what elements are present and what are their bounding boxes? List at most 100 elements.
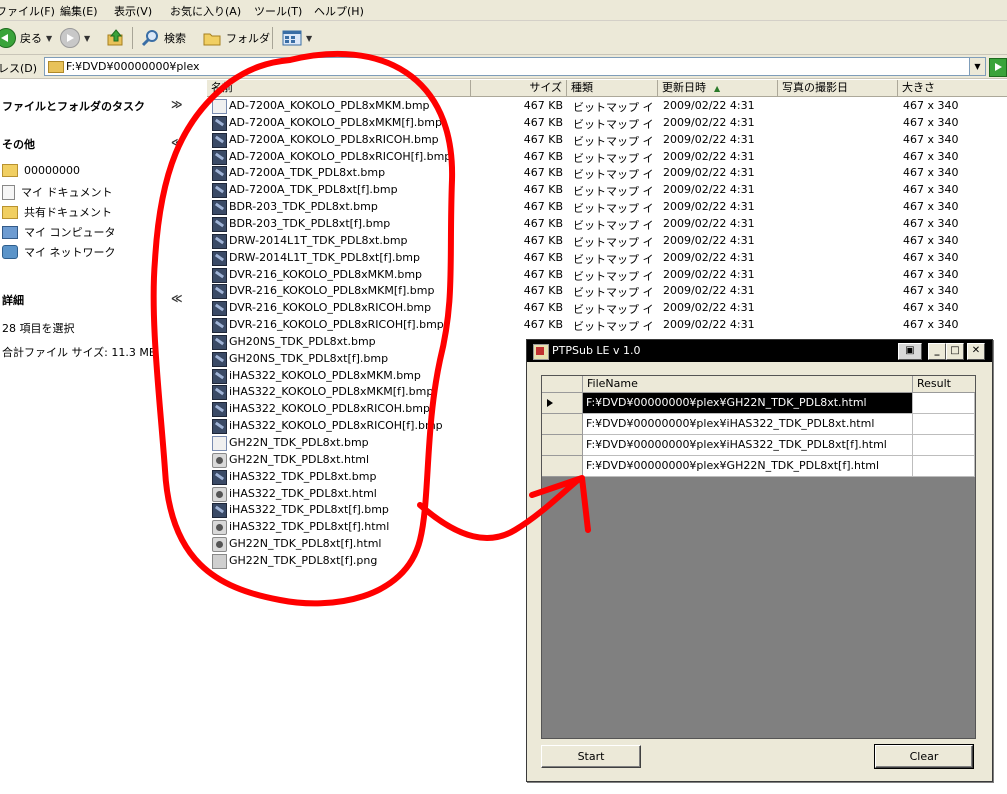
html-file-icon: [212, 486, 227, 502]
file-row[interactable]: BDR-203_TDK_PDL8xt[f].bmp 467 KB ビットマップ イメ…: [207, 216, 1007, 233]
file-name: BDR-203_TDK_PDL8xt[f].bmp: [229, 216, 391, 230]
grid-row-header[interactable]: [542, 456, 583, 477]
file-row[interactable]: DRW-2014L1T_TDK_PDL8xt[f].bmp 467 KB ビットマッ…: [207, 250, 1007, 267]
grid-cell-filename[interactable]: F:¥DVD¥00000000¥plex¥iHAS322_TDK_PDL8xt.…: [583, 414, 913, 435]
bitmap-file-icon: [212, 233, 227, 249]
file-row[interactable]: DVR-216_KOKOLO_PDL8xRICOH[f].bmp 467 KB ビッ…: [207, 317, 1007, 334]
bitmap-file-icon: [212, 166, 227, 182]
network-icon: [2, 245, 18, 259]
file-row[interactable]: DVR-216_KOKOLO_PDL8xMKM[f].bmp 467 KB ビットマ…: [207, 283, 1007, 300]
file-grid[interactable]: FileName Result F:¥DVD¥00000000¥plex¥GH2…: [541, 375, 976, 739]
file-name: AD-7200A_TDK_PDL8xt[f].bmp: [229, 183, 398, 197]
address-input[interactable]: F:¥DVD¥00000000¥plex ▼: [44, 57, 986, 76]
column-photo-date[interactable]: 写真の撮影日: [778, 80, 898, 96]
folders-button[interactable]: フォルダ: [202, 27, 270, 49]
file-row[interactable]: DVR-216_KOKOLO_PDL8xRICOH.bmp 467 KB ビットマッ…: [207, 300, 1007, 317]
task-pane: ファイルとフォルダのタスク ≫ その他 ≪ 00000000 マイ ドキュメント…: [0, 80, 195, 794]
grid-cell-filename[interactable]: F:¥DVD¥00000000¥plex¥iHAS322_TDK_PDL8xt[…: [583, 435, 913, 456]
menu-favorites[interactable]: お気に入り(A): [170, 3, 241, 19]
menu-edit[interactable]: 編集(E): [60, 3, 98, 19]
search-button[interactable]: 検索: [140, 27, 186, 49]
ptpsub-title-bar[interactable]: PTPSub LE v 1.0 ▣ _ □ ✕: [527, 340, 992, 362]
computer-icon: [2, 225, 18, 239]
file-row[interactable]: BDR-203_TDK_PDL8xt.bmp 467 KB ビットマップ イメ...…: [207, 199, 1007, 216]
file-tasks-header[interactable]: ファイルとフォルダのタスク: [2, 98, 145, 114]
grid-cell-result[interactable]: [913, 414, 975, 435]
chevron-down-icon[interactable]: ▼: [84, 34, 90, 43]
file-dimensions: 467 x 340: [903, 99, 959, 112]
file-row[interactable]: AD-7200A_KOKOLO_PDL8xMKM.bmp 467 KB ビットマップ…: [207, 98, 1007, 115]
bitmap-file-icon: [212, 402, 227, 418]
other-places-header[interactable]: その他: [2, 136, 35, 152]
file-name: DVR-216_KOKOLO_PDL8xMKM.bmp: [229, 267, 423, 281]
up-folder-button[interactable]: [106, 27, 126, 49]
other-item-my-network[interactable]: マイ ネットワーク: [2, 244, 116, 260]
chevron-down-icon[interactable]: ▼: [46, 34, 52, 43]
go-button[interactable]: [989, 58, 1007, 77]
menu-file[interactable]: ファイル(F): [0, 3, 55, 19]
grid-row-header[interactable]: [542, 414, 583, 435]
grid-column-filename[interactable]: FileName: [583, 376, 913, 393]
address-dropdown-button[interactable]: ▼: [969, 58, 985, 75]
tray-icon[interactable]: ▣: [898, 343, 922, 360]
back-button[interactable]: 戻る ▼: [0, 27, 52, 49]
grid-cell-result[interactable]: [913, 393, 975, 414]
menu-help[interactable]: ヘルプ(H): [314, 3, 364, 19]
other-item-my-documents[interactable]: マイ ドキュメント: [2, 184, 113, 200]
file-row[interactable]: DRW-2014L1T_TDK_PDL8xt.bmp 467 KB ビットマップ イ…: [207, 233, 1007, 250]
other-item-folder[interactable]: 00000000: [2, 164, 80, 177]
file-row[interactable]: AD-7200A_KOKOLO_PDL8xRICOH.bmp 467 KB ビットマ…: [207, 132, 1007, 149]
collapse-chevron-icon[interactable]: ≪: [171, 292, 183, 305]
file-row[interactable]: DVR-216_KOKOLO_PDL8xMKM.bmp 467 KB ビットマップ …: [207, 267, 1007, 284]
minimize-button[interactable]: _: [928, 343, 946, 360]
file-name: DVR-216_KOKOLO_PDL8xMKM[f].bmp: [229, 284, 435, 298]
search-label: 検索: [164, 32, 186, 45]
forward-button[interactable]: ▼: [60, 27, 90, 49]
chevron-down-icon[interactable]: ▼: [306, 34, 312, 43]
column-name[interactable]: 名前: [207, 80, 471, 96]
file-modified: 2009/02/22 4:31: [663, 200, 755, 214]
grid-cell-filename[interactable]: F:¥DVD¥00000000¥plex¥GH22N_TDK_PDL8xt.ht…: [583, 393, 913, 414]
file-row[interactable]: AD-7200A_KOKOLO_PDL8xMKM[f].bmp 467 KB ビット…: [207, 115, 1007, 132]
views-button[interactable]: ▼: [282, 27, 312, 49]
menu-view[interactable]: 表示(V): [114, 3, 152, 19]
collapse-chevron-icon[interactable]: ≪: [171, 136, 183, 149]
file-modified: 2009/02/22 4:31: [663, 99, 755, 112]
expand-chevron-icon[interactable]: ≫: [171, 98, 183, 111]
ptpsub-title: PTPSub LE v 1.0: [552, 344, 641, 357]
column-modified[interactable]: 更新日時 ▲: [658, 80, 778, 96]
grid-cell-result[interactable]: [913, 456, 975, 477]
grid-column-result[interactable]: Result: [913, 376, 975, 393]
file-size: 467 KB: [523, 115, 563, 129]
file-type: ビットマップ イメ...: [573, 303, 653, 317]
column-size[interactable]: サイズ: [471, 80, 567, 96]
grid-row-header[interactable]: [542, 435, 583, 456]
clear-button[interactable]: Clear: [874, 744, 974, 769]
other-item-my-computer[interactable]: マイ コンピュータ: [2, 224, 116, 240]
details-header[interactable]: 詳細: [2, 292, 24, 308]
file-dimensions: 467 x 340: [903, 284, 959, 298]
search-icon: [141, 30, 158, 47]
file-modified: 2009/02/22 4:31: [663, 301, 755, 315]
grid-cell-filename[interactable]: F:¥DVD¥00000000¥plex¥GH22N_TDK_PDL8xt[f]…: [583, 456, 913, 477]
grid-cell-result[interactable]: [913, 435, 975, 456]
maximize-button[interactable]: □: [946, 343, 964, 360]
grid-row-header[interactable]: [542, 393, 583, 414]
bitmap-file-icon: [212, 200, 227, 216]
bitmap-file-icon: [212, 503, 227, 519]
column-dimensions[interactable]: 大きさ: [898, 80, 1007, 96]
close-button[interactable]: ✕: [967, 343, 985, 360]
file-row[interactable]: AD-7200A_TDK_PDL8xt.bmp 467 KB ビットマップ イメ..…: [207, 165, 1007, 182]
bitmap-file-icon: [212, 267, 227, 283]
column-type[interactable]: 種類: [567, 80, 658, 96]
start-button[interactable]: Start: [541, 745, 641, 768]
file-row[interactable]: AD-7200A_TDK_PDL8xt[f].bmp 467 KB ビットマップ イ…: [207, 182, 1007, 199]
toolbar-separator: [272, 27, 273, 49]
file-row[interactable]: AD-7200A_KOKOLO_PDL8xRICOH[f].bmp 467 KB ビ…: [207, 149, 1007, 166]
other-item-shared-documents[interactable]: 共有ドキュメント: [2, 204, 112, 220]
html-file-icon: [212, 537, 227, 553]
file-dimensions: 467 x 340: [903, 132, 959, 146]
menu-tools[interactable]: ツール(T): [254, 3, 302, 19]
views-grid-icon: [282, 30, 302, 46]
file-size: 467 KB: [523, 132, 563, 146]
